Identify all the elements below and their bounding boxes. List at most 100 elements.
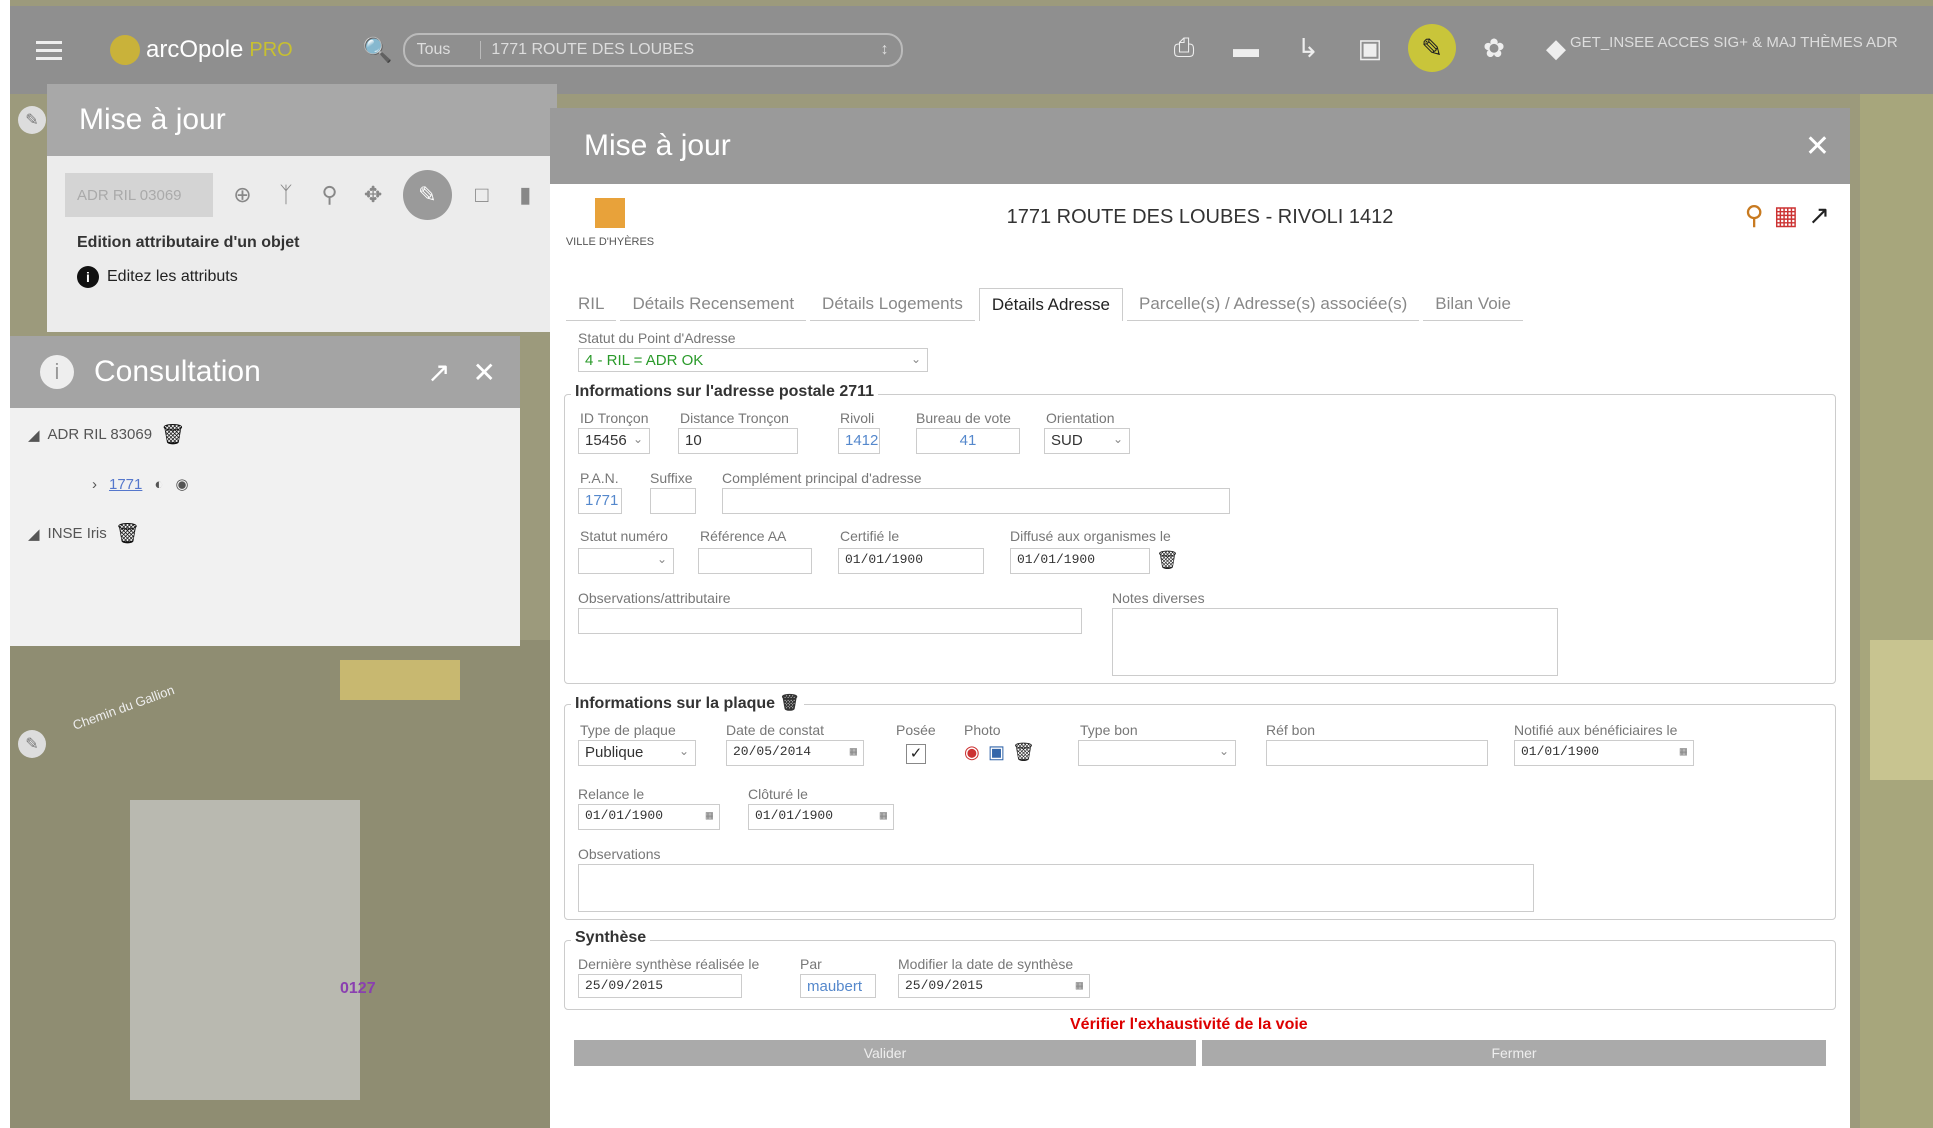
pin-icon[interactable]: ⚲: [1745, 200, 1764, 231]
collapse-icon[interactable]: ◢: [28, 525, 40, 543]
tree-link[interactable]: 1771: [109, 476, 142, 493]
external-link-icon[interactable]: ↗: [1808, 200, 1830, 231]
type-plaque-select[interactable]: Publique ⌄: [578, 740, 696, 766]
share-icon[interactable]: ↳: [1284, 24, 1332, 72]
validate-button[interactable]: Valider: [574, 1040, 1196, 1066]
id-troncon-value: 15456: [585, 432, 627, 449]
side-badge-icon[interactable]: ✎: [18, 730, 46, 758]
edit-icon[interactable]: ✎: [1408, 24, 1456, 72]
observations-attr-input[interactable]: [578, 608, 1082, 634]
add-icon[interactable]: ⊕: [229, 182, 257, 208]
copy-icon[interactable]: □: [468, 182, 496, 208]
search-bar: 🔍 Tous 1771 ROUTE DES LOUBES ↕: [363, 33, 903, 67]
calendar-icon[interactable]: ▦: [850, 744, 857, 759]
close-icon[interactable]: ✕: [473, 356, 496, 389]
locate-icon[interactable]: ⚲: [316, 182, 344, 208]
diffuse-date-input[interactable]: 01/01/1900: [1010, 548, 1150, 574]
hamburger-menu-icon[interactable]: [28, 29, 70, 71]
dialog-icons: ⚲ ▦ ↗: [1745, 200, 1830, 231]
certifie-date-input[interactable]: 01/01/1900: [838, 548, 984, 574]
edit-hint-text: Editez les attributs: [107, 268, 238, 285]
trash-icon[interactable]: 🗑: [779, 695, 799, 712]
ref-bon-input[interactable]: [1266, 740, 1488, 766]
status-select[interactable]: 4 - RIL = ADR OK ⌄: [578, 348, 928, 372]
save-icon[interactable]: ▣: [988, 742, 1005, 763]
chevron-down-icon: ⌄: [910, 352, 921, 366]
suffixe-input[interactable]: [650, 488, 696, 514]
tab-ril[interactable]: RIL: [566, 288, 617, 321]
pan-input[interactable]: 1771: [578, 488, 622, 514]
contrast-icon[interactable]: ◐: [154, 476, 163, 493]
trash-icon[interactable]: 🗑: [160, 422, 185, 447]
edit-hint: i Editez les attributs: [47, 252, 557, 302]
search-input[interactable]: Tous 1771 ROUTE DES LOUBES ↕: [402, 33, 903, 67]
plaque-observations-textarea[interactable]: [578, 864, 1534, 912]
edit-panel-badge-icon[interactable]: ✎: [18, 106, 46, 134]
measure-icon[interactable]: ▬: [1222, 24, 1270, 72]
tab-details-recensement[interactable]: Détails Recensement: [620, 288, 807, 321]
app-name: arcOpole: [146, 36, 244, 63]
edit-attributes-icon[interactable]: ✎: [402, 170, 452, 220]
tree-item[interactable]: › 1771 ◐ ◉: [10, 461, 520, 507]
screen: 0127 Chemin du Gallion arcOpole PRO 🔍 To…: [0, 0, 1933, 1128]
tab-details-adresse[interactable]: Détails Adresse: [978, 288, 1123, 321]
palette-icon[interactable]: ✿: [1470, 24, 1518, 72]
expand-arrow-icon[interactable]: ›: [92, 476, 97, 493]
tree-item[interactable]: ◢ INSE Iris 🗑: [10, 507, 520, 560]
tree-item[interactable]: ◢ ADR RIL 83069 🗑: [10, 408, 520, 461]
tab-parcelles[interactable]: Parcelle(s) / Adresse(s) associée(s): [1126, 288, 1420, 321]
modifier-synthese-date-input[interactable]: 25/09/2015 ▦: [898, 974, 1090, 998]
print-icon[interactable]: ⎙: [1160, 24, 1208, 72]
cloture-date-input[interactable]: 01/01/1900 ▦: [748, 804, 894, 830]
move-icon[interactable]: ✥: [359, 182, 387, 208]
trash-icon[interactable]: 🗑: [115, 521, 140, 546]
close-icon[interactable]: ✕: [1805, 129, 1830, 164]
consultation-header: i Consultation ↗ ✕: [10, 336, 520, 408]
tree-label: ADR RIL 83069: [47, 426, 153, 443]
app-logo: arcOpole PRO: [110, 35, 293, 65]
map-icon[interactable]: ▦: [1774, 200, 1799, 231]
calendar-icon[interactable]: ▦: [706, 808, 713, 823]
delete-icon[interactable]: ▮: [511, 182, 539, 208]
posee-checkbox[interactable]: ✓: [906, 744, 926, 764]
rivoli-input[interactable]: 1412: [838, 428, 880, 454]
statut-numero-select[interactable]: ⌄: [578, 548, 674, 574]
zoom-to-icon[interactable]: ◉: [175, 475, 188, 493]
pan-label: P.A.N.: [580, 470, 619, 486]
search-type-select[interactable]: Tous: [417, 41, 482, 59]
date-constat-input[interactable]: 20/05/2014 ▦: [726, 740, 864, 766]
calendar-icon[interactable]: ▦: [1680, 744, 1687, 759]
layers-icon[interactable]: ▣: [1346, 24, 1394, 72]
type-bon-select[interactable]: ⌄: [1078, 740, 1236, 766]
tab-bilan-voie[interactable]: Bilan Voie: [1423, 288, 1523, 321]
ref-aa-input[interactable]: [698, 548, 812, 574]
tab-details-logements[interactable]: Détails Logements: [810, 288, 975, 321]
calendar-clear-icon[interactable]: 🗑: [1156, 550, 1179, 571]
id-troncon-select[interactable]: 15456 ⌄: [578, 428, 650, 454]
ref-aa-label: Référence AA: [700, 528, 787, 544]
close-button[interactable]: Fermer: [1202, 1040, 1826, 1066]
collapse-icon[interactable]: ◢: [28, 426, 40, 444]
expand-icon[interactable]: ↗: [427, 356, 450, 389]
distance-input[interactable]: 10: [678, 428, 798, 454]
edit-panel-title: Mise à jour: [47, 84, 557, 156]
bureau-label: Bureau de vote: [916, 410, 1011, 426]
notes-textarea[interactable]: [1112, 608, 1558, 676]
toolbar-links[interactable]: GET_INSEE ACCES SIG+ & MAJ THÈMES ADR: [1570, 34, 1898, 51]
search-icon[interactable]: 🔍: [363, 36, 393, 65]
camera-icon[interactable]: ◉: [964, 742, 980, 763]
calendar-icon[interactable]: ▦: [1076, 978, 1083, 993]
trash-icon[interactable]: 🗑: [1012, 742, 1035, 763]
layer-select[interactable]: ADR RIL 03069: [65, 173, 213, 217]
split-icon[interactable]: ᛉ: [272, 182, 300, 208]
calendar-icon[interactable]: ▦: [880, 808, 887, 823]
orientation-select[interactable]: SUD ⌄: [1044, 428, 1130, 454]
exhaustivity-warning[interactable]: Vérifier l'exhaustivité de la voie: [1070, 1016, 1308, 1034]
plaque-observations-label: Observations: [578, 846, 661, 862]
search-dropdown-icon[interactable]: ↕: [881, 41, 889, 59]
address-heading: 1771 ROUTE DES LOUBES - RIVOLI 1412: [1006, 206, 1394, 228]
relance-date-input[interactable]: 01/01/1900 ▦: [578, 804, 720, 830]
bureau-input[interactable]: 41: [916, 428, 1020, 454]
notifie-date-input[interactable]: 01/01/1900 ▦: [1514, 740, 1694, 766]
complement-input[interactable]: [722, 488, 1230, 514]
